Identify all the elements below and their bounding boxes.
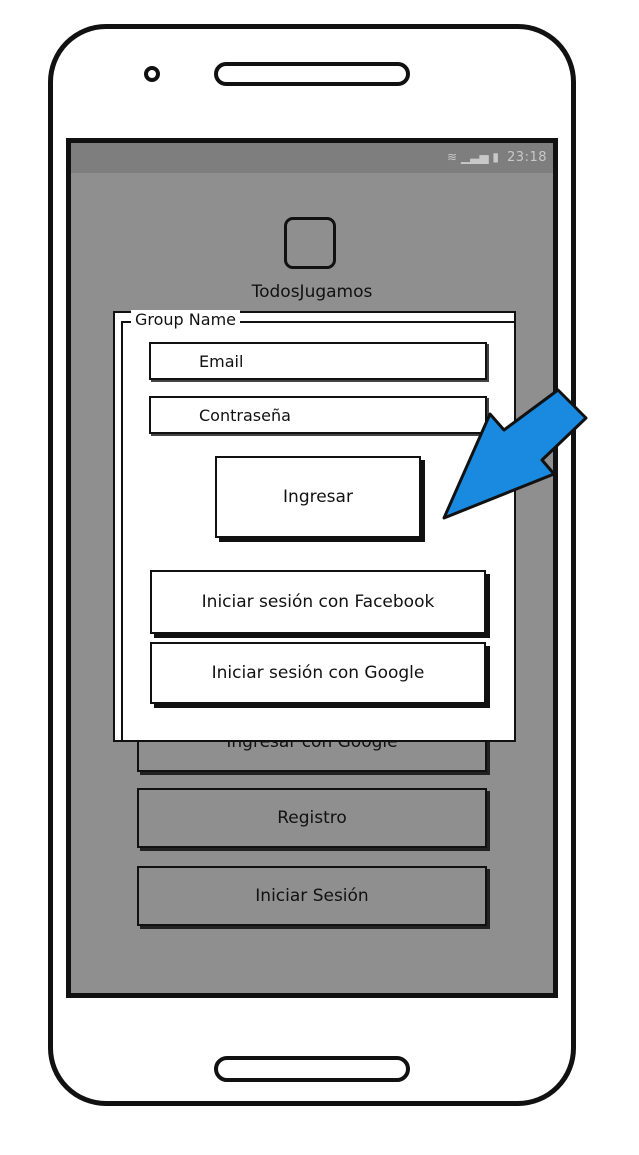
app-name: TodosJugamos [251, 282, 373, 302]
status-time: 23:18 [507, 150, 547, 165]
status-icons: ≋ ▁▃▅ ▮ [447, 150, 499, 164]
password-field[interactable]: Contraseña [149, 396, 487, 434]
signal-icon: ▁▃▅ [460, 150, 489, 164]
email-field[interactable]: Email [149, 342, 487, 380]
group-label: Group Name [131, 310, 240, 329]
wifi-icon: ≋ [446, 150, 458, 164]
submit-button[interactable]: Ingresar [215, 456, 421, 538]
battery-icon: ▮ [492, 150, 499, 164]
submit-label: Ingresar [283, 487, 353, 507]
home-button[interactable] [214, 1056, 410, 1082]
facebook-signin-button[interactable]: Iniciar sesión con Facebook [150, 570, 486, 634]
facebook-label: Iniciar sesión con Facebook [201, 592, 435, 612]
app-logo [284, 217, 336, 269]
register-button[interactable]: Registro [137, 788, 487, 848]
login-button[interactable]: Iniciar Sesión [137, 866, 487, 926]
button-label: Iniciar Sesión [255, 886, 369, 906]
password-placeholder: Contraseña [199, 405, 291, 425]
speaker-slot [214, 62, 410, 86]
arrow-icon [442, 388, 588, 520]
google-signin-button[interactable]: Iniciar sesión con Google [150, 642, 486, 704]
camera-icon [144, 66, 160, 82]
email-placeholder: Email [199, 351, 244, 371]
google-label: Iniciar sesión con Google [211, 663, 425, 683]
button-label: Registro [277, 808, 347, 828]
